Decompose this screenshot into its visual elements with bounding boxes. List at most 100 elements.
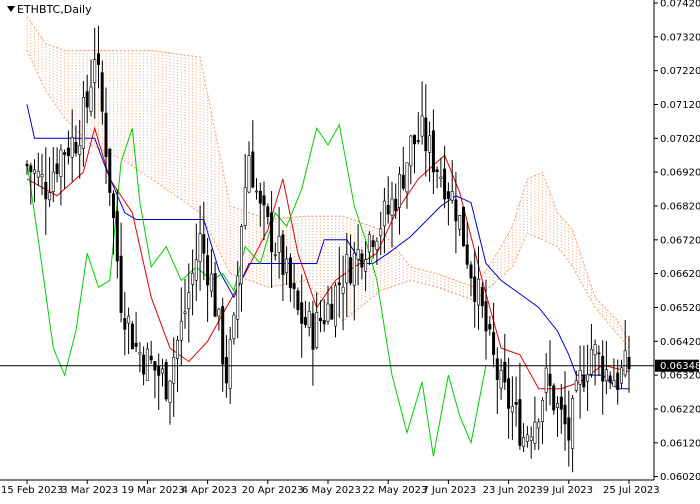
candle-body (333, 285, 337, 327)
candle-body (394, 198, 398, 211)
x-tick-label: 20 Apr 2023 (242, 485, 304, 496)
candle-body (356, 249, 360, 260)
candle-body (36, 170, 40, 178)
candle-body (604, 369, 608, 382)
candle-body (450, 191, 454, 201)
candle-body (360, 253, 364, 268)
symbol-timeframe-label: ETHBTC,Daily (7, 3, 92, 16)
candle-body (130, 323, 134, 350)
candle-body (273, 254, 277, 256)
candle-body (251, 151, 255, 188)
candle-body (243, 187, 247, 226)
candle-body (292, 283, 296, 290)
candle-body (183, 311, 187, 314)
candle-body (495, 358, 499, 380)
candle-body (582, 374, 586, 388)
candle-body (476, 278, 480, 306)
candle-body (597, 352, 601, 355)
candle-body (424, 117, 428, 152)
candle-body (296, 290, 300, 311)
candle-body (29, 165, 33, 173)
candle-body (341, 286, 345, 294)
candle-body (559, 396, 563, 410)
candle-body (149, 355, 153, 361)
x-tick-label: 9 Jul 2023 (543, 485, 593, 496)
candle-body (255, 190, 259, 193)
candle-body (616, 372, 620, 390)
x-tick-label: 3 Mar 2023 (61, 485, 118, 496)
x-tick-label: 7 Jun 2023 (422, 485, 476, 496)
candle-body (454, 199, 458, 222)
candle-body (70, 137, 74, 158)
candle-body (32, 169, 36, 174)
candle-body (123, 318, 127, 330)
candle-body (247, 155, 251, 193)
candle-body (480, 286, 484, 307)
candle-body (503, 361, 507, 383)
candle-body (202, 234, 206, 254)
candle-body (191, 272, 195, 285)
chikou-line (26, 123, 487, 457)
candle-body (567, 417, 571, 441)
candle-body (458, 215, 462, 230)
chart-root: 0.06348 0.07420 0.07320 0.07220 0.07120 0.07… (0, 0, 700, 500)
candle-body (525, 434, 529, 442)
candle-body (194, 259, 198, 281)
y-tick-label: 0.07020 (660, 134, 700, 145)
price-candles (25, 25, 631, 473)
candle-body (443, 168, 447, 200)
y-tick-label: 0.06820 (660, 202, 700, 213)
candle-body (25, 164, 29, 167)
y-tick-label: 0.06420 (660, 337, 700, 348)
candle-body (499, 370, 503, 389)
collapse-triangle-icon (7, 6, 15, 12)
candle-body (209, 273, 213, 292)
candle-body (93, 59, 97, 83)
candle-body (522, 436, 526, 447)
y-tick-label: 0.07320 (660, 32, 700, 43)
candle-body (379, 228, 383, 237)
candle-body (409, 135, 413, 167)
candle-body (81, 97, 85, 149)
candle-body (168, 380, 172, 403)
y-tick-label: 0.06520 (660, 303, 700, 314)
candle-body (627, 356, 631, 370)
candle-body (187, 292, 191, 309)
candle-body (589, 348, 593, 375)
candle-body (51, 171, 55, 193)
candle-body (371, 240, 375, 247)
candle-body (270, 212, 274, 253)
candle-body (258, 190, 262, 204)
y-tick-label: 0.06920 (660, 168, 700, 179)
candle-body (563, 404, 567, 425)
candle-body (544, 367, 548, 393)
y-tick-label: 0.06120 (660, 438, 700, 449)
candle-body (446, 191, 450, 199)
candle-body (619, 367, 623, 384)
y-tick-label: 0.07420 (660, 0, 700, 10)
candle-body (612, 380, 616, 387)
candle-body (420, 115, 424, 137)
candle-body (217, 308, 221, 317)
candle-body (311, 313, 315, 350)
candle-body (104, 112, 108, 157)
candle-body (119, 255, 123, 313)
candle-body (412, 134, 416, 145)
candle-body (390, 198, 394, 216)
candle-body (435, 169, 439, 173)
y-tick-label: 0.06020 (660, 472, 700, 483)
candle-body (281, 234, 285, 275)
candle-body (382, 200, 386, 227)
candle-body (533, 421, 537, 444)
ichimoku-chart: 0.06348 0.074200.073200.072200.071200.07… (0, 0, 700, 496)
axes: 0.07420 0.07320 0.07220 0.07120 0.07020 0.069… (0, 0, 700, 496)
candle-body (285, 258, 289, 274)
candle-body (529, 436, 533, 441)
candle-body (540, 399, 544, 423)
candle-body (161, 368, 165, 374)
candle-body (507, 378, 511, 409)
candle-body (364, 259, 368, 272)
y-tick-label: 0.07120 (660, 100, 700, 111)
candle-body (555, 403, 559, 408)
candle-body (401, 174, 405, 189)
